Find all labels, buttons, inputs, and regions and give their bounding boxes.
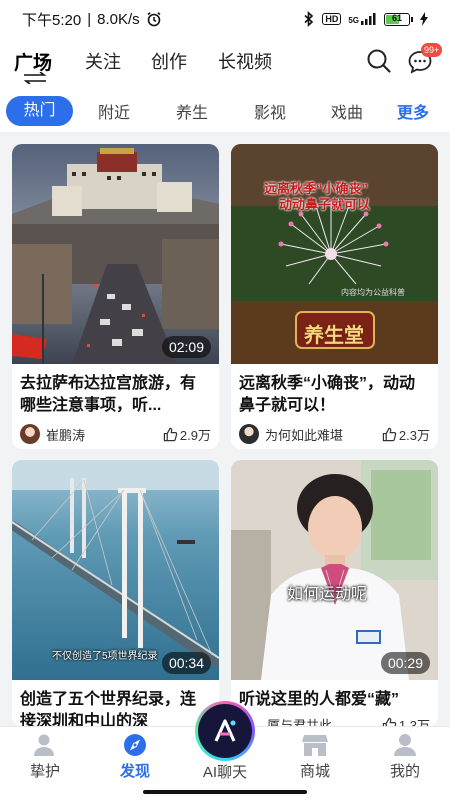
category-opera[interactable]: 戏曲: [331, 99, 363, 123]
author-name[interactable]: 为何如此难堪: [265, 425, 382, 444]
nav-mine[interactable]: 我的: [360, 727, 450, 787]
bluetooth-icon: [304, 11, 314, 27]
shop-icon: [302, 735, 328, 756]
thumbnail-doctor: [231, 460, 438, 680]
battery-cap: [411, 16, 413, 22]
overlay-watermark: 内容均为公益科普: [341, 288, 405, 297]
video-card[interactable]: 远离秋季“小确丧” 动动鼻子就可以 内容均为公益科普 养生堂 远离秋季“小确丧”…: [231, 144, 438, 449]
nav-mall[interactable]: 商城: [270, 727, 360, 787]
category-film[interactable]: 影视: [254, 99, 286, 123]
top-header: 广场 关注 创作 长视频: [0, 38, 450, 90]
thumbs-up-icon: [382, 717, 397, 726]
avatar[interactable]: [239, 424, 259, 444]
signal-label: 5G: [348, 16, 359, 25]
care-icon: [34, 734, 54, 756]
tab-square[interactable]: 广场: [14, 48, 52, 75]
video-card[interactable]: 不仅创造了5项世界纪录 00:34 创造了五个世界纪录，连接深圳和中山的深: [12, 460, 219, 726]
video-duration: 00:29: [380, 652, 430, 674]
video-card[interactable]: 如何运动呢 00:29 听说这里的人都爱“藏” 厦与君共此 1.3万: [231, 460, 438, 726]
video-meta: 崔鹏涛 2.9万: [12, 417, 219, 449]
thumbnail-potala-palace: [12, 144, 219, 364]
category-row: 热门 附近 养生 影视 戏曲 更多: [0, 90, 450, 132]
ai-logo-icon: [198, 704, 252, 758]
video-duration: 02:09: [161, 336, 211, 358]
status-separator: |: [87, 10, 92, 28]
video-thumbnail[interactable]: 远离秋季“小确丧” 动动鼻子就可以 内容均为公益科普 养生堂: [231, 144, 438, 364]
compass-icon: [124, 734, 146, 756]
video-duration: 00:34: [161, 652, 211, 674]
network-speed: 8.0K/s: [97, 10, 140, 28]
video-meta: 为何如此难堪 2.3万: [231, 417, 438, 449]
author-name[interactable]: 厦与君共此: [239, 715, 382, 727]
program-logo: 养生堂: [304, 325, 364, 347]
like-button[interactable]: 2.9万: [163, 425, 211, 444]
battery-icon: 61: [384, 12, 413, 26]
tab-follow[interactable]: 关注: [85, 48, 121, 74]
user-icon: [394, 734, 416, 756]
category-health[interactable]: 养生: [176, 99, 208, 123]
tab-long-video[interactable]: 长视频: [218, 48, 272, 74]
nav-label: AI聊天: [202, 764, 248, 781]
video-subtitle: 如何运动呢: [287, 586, 368, 603]
thumbs-up-icon: [382, 427, 397, 441]
video-thumbnail[interactable]: 如何运动呢 00:29: [231, 460, 438, 680]
status-right: HD 5G 61: [303, 11, 428, 27]
category-more[interactable]: 更多: [397, 99, 429, 123]
like-count: 2.3万: [398, 427, 430, 443]
home-indicator[interactable]: [143, 790, 307, 794]
tab-create[interactable]: 创作: [151, 48, 187, 74]
nav-label: 挚护: [29, 763, 60, 780]
hd-label: HD: [322, 13, 342, 25]
message-badge: 99+: [421, 43, 443, 57]
avatar[interactable]: [20, 424, 40, 444]
author-name[interactable]: 崔鹏涛: [46, 425, 163, 444]
status-bar: 下午5:20 | 8.0K/s HD 5G 61: [0, 0, 450, 38]
swap-icon[interactable]: [22, 72, 48, 84]
alarm-icon: [147, 12, 161, 27]
nav-label: 商城: [299, 763, 330, 780]
video-thumbnail[interactable]: 02:09: [12, 144, 219, 364]
video-title[interactable]: 去拉萨布达拉宫旅游，有哪些注意事项，听...: [12, 364, 219, 417]
video-title[interactable]: 创造了五个世界纪录，连接深圳和中山的深: [12, 680, 219, 726]
video-card[interactable]: 02:09 去拉萨布达拉宫旅游，有哪些注意事项，听... 崔鹏涛 2.9万: [12, 144, 219, 449]
category-hot[interactable]: 热门: [6, 96, 73, 126]
video-meta: 厦与君共此 1.3万: [231, 713, 438, 726]
nav-label: 发现: [119, 763, 150, 780]
signal-indicator: 5G: [348, 13, 377, 25]
thumbs-up-icon: [163, 427, 178, 441]
nav-label: 我的: [389, 763, 420, 780]
nav-discover[interactable]: 发现: [90, 727, 180, 787]
category-nearby[interactable]: 附近: [98, 99, 130, 123]
signal-icon: [361, 13, 376, 25]
search-icon[interactable]: [366, 48, 392, 74]
like-button[interactable]: 2.3万: [382, 425, 430, 444]
like-button[interactable]: 1.3万: [382, 715, 430, 727]
video-subtitle: 不仅创造了5项世界纪录: [52, 651, 158, 662]
like-count: 1.3万: [398, 717, 430, 727]
ai-glyph-icon: [214, 719, 236, 742]
ai-chat-button[interactable]: [195, 701, 255, 761]
status-left: 下午5:20 | 8.0K/s: [22, 9, 162, 30]
charging-icon: [420, 12, 428, 26]
video-title[interactable]: 远离秋季“小确丧”，动动鼻子就可以！: [231, 364, 438, 417]
battery-body: 61: [384, 12, 410, 26]
video-thumbnail[interactable]: 不仅创造了5项世界纪录 00:34: [12, 460, 219, 680]
like-count: 2.9万: [179, 427, 211, 443]
overlay-title-line2: 动动鼻子就可以: [279, 197, 371, 212]
nav-care[interactable]: 挚护: [0, 727, 90, 787]
battery-level: 61: [391, 12, 402, 23]
status-time: 下午5:20: [22, 11, 82, 29]
